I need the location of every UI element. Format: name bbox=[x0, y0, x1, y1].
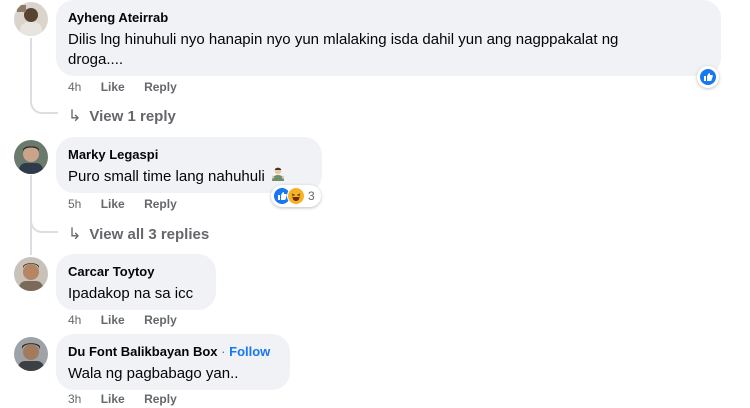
view-replies-label: View all 3 replies bbox=[89, 226, 210, 243]
view-replies-link[interactable]: ↳ View all 3 replies bbox=[68, 224, 209, 244]
reply-arrow-icon: ↳ bbox=[68, 108, 82, 125]
comment-text-line: Dilis lng hinuhuli nyo hanapin nyo yun m… bbox=[68, 31, 619, 48]
comment-actions: 4h Like Reply bbox=[68, 313, 191, 327]
like-button[interactable]: Like bbox=[101, 392, 125, 406]
avatar[interactable] bbox=[14, 2, 48, 36]
comment-time[interactable]: 3h bbox=[68, 392, 81, 406]
comment-actions: 5h Like Reply bbox=[68, 197, 191, 211]
comment-author[interactable]: Du Font Balikbayan Box bbox=[68, 344, 218, 359]
separator-dot: · bbox=[221, 344, 226, 359]
comment-author[interactable]: Carcar Toytoy bbox=[68, 263, 204, 280]
comment-text-line: droga.... bbox=[68, 51, 124, 68]
avatar[interactable] bbox=[14, 140, 48, 174]
comment-bubble: Carcar Toytoy Ipadakop na sa icc bbox=[56, 254, 216, 310]
reply-button[interactable]: Reply bbox=[144, 197, 177, 211]
thread-connector bbox=[30, 98, 58, 114]
like-button[interactable]: Like bbox=[101, 197, 125, 211]
thread-line bbox=[30, 175, 32, 255]
like-button[interactable]: Like bbox=[101, 80, 125, 94]
comment-thread: Ayheng Ateirrab Dilis lng hinuhuli nyo h… bbox=[0, 0, 750, 408]
comment-actions: 4h Like Reply bbox=[68, 80, 191, 94]
reply-button[interactable]: Reply bbox=[144, 313, 177, 327]
follow-button[interactable]: Follow bbox=[229, 344, 270, 359]
comment-bubble: Ayheng Ateirrab Dilis lng hinuhuli nyo h… bbox=[56, 0, 721, 76]
thread-connector bbox=[30, 217, 58, 233]
comment-text: Wala ng pagbabago yan.. bbox=[68, 365, 239, 382]
reaction-summary[interactable] bbox=[697, 66, 719, 88]
reaction-count: 3 bbox=[308, 189, 315, 203]
reply-button[interactable]: Reply bbox=[144, 392, 177, 406]
view-replies-link[interactable]: ↳ View 1 reply bbox=[68, 106, 176, 126]
comment-author[interactable]: Marky Legaspi bbox=[68, 146, 310, 163]
comment-time[interactable]: 5h bbox=[68, 197, 81, 211]
like-reaction-icon bbox=[699, 68, 717, 86]
thread-line bbox=[30, 38, 32, 98]
avatar[interactable] bbox=[14, 257, 48, 291]
comment-bubble: Du Font Balikbayan Box · Follow Wala ng … bbox=[56, 334, 290, 390]
comment-text: Puro small time lang nahuhuli bbox=[68, 167, 310, 189]
comment-author[interactable]: Ayheng Ateirrab bbox=[68, 9, 709, 26]
reply-arrow-icon: ↳ bbox=[68, 226, 82, 243]
avatar[interactable] bbox=[14, 337, 48, 371]
view-replies-label: View 1 reply bbox=[89, 108, 176, 125]
haha-reaction-icon bbox=[287, 187, 305, 205]
reaction-summary[interactable]: 3 bbox=[271, 185, 321, 207]
comment-actions: 3h Like Reply bbox=[68, 392, 191, 406]
comment-author-row: Du Font Balikbayan Box · Follow bbox=[68, 343, 278, 360]
reply-button[interactable]: Reply bbox=[144, 80, 177, 94]
comment-text: Ipadakop na sa icc bbox=[68, 285, 194, 302]
comment-time[interactable]: 4h bbox=[68, 313, 81, 327]
like-button[interactable]: Like bbox=[101, 313, 125, 327]
comment-time[interactable]: 4h bbox=[68, 80, 81, 94]
comment-text-body: Puro small time lang nahuhuli bbox=[68, 168, 265, 185]
